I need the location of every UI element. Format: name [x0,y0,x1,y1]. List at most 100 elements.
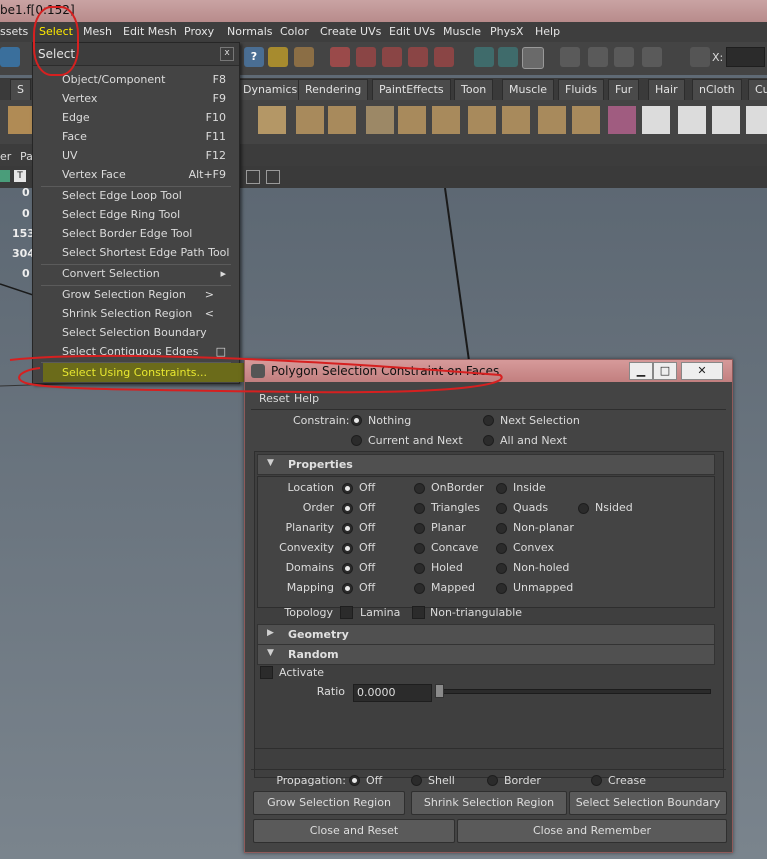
menu-edit-uvs[interactable]: Edit UVs [389,25,435,38]
split-icon[interactable] [432,106,460,134]
grid-icon[interactable] [0,47,20,67]
mapping-mapped-radio[interactable] [414,583,425,594]
tab-surfaces[interactable]: S [10,79,31,101]
order-quads-radio[interactable] [496,503,507,514]
menu-physx[interactable]: PhysX [490,25,523,38]
menu-create-uvs[interactable]: Create UVs [320,25,381,38]
order-triangles-radio[interactable] [414,503,425,514]
domains-holed-radio[interactable] [414,563,425,574]
tab-fur[interactable]: Fur [608,79,640,101]
menu-item-shrink-selection[interactable]: Shrink Selection Region < [62,304,234,323]
help-icon[interactable]: ? [244,47,264,67]
menu-item-shortest-edge-path[interactable]: Select Shortest Edge Path Tool [62,243,234,262]
tab-dynamics[interactable]: Dynamics [236,79,305,101]
properties-section-header[interactable]: ▼ Properties [257,454,715,475]
propagation-border-radio[interactable] [487,775,498,786]
insert-loop-icon[interactable] [468,106,496,134]
menu-item-uv[interactable]: UV F12 [62,146,234,165]
non-triangulable-checkbox[interactable] [412,606,425,619]
checker-uv2-icon[interactable] [678,106,706,134]
snap-curve-icon[interactable] [356,47,376,67]
planarity-planar-radio[interactable] [414,523,425,534]
select-highlight-icon[interactable] [294,47,314,67]
minimize-icon[interactable]: ▁ [629,362,653,380]
menu-edit-mesh[interactable]: Edit Mesh [123,25,177,38]
render-view-icon[interactable] [560,47,580,67]
menu-proxy[interactable]: Proxy [184,25,214,38]
domains-off-radio[interactable] [342,563,353,574]
order-off-radio[interactable] [342,503,353,514]
extrude-icon[interactable] [258,106,286,134]
shrink-selection-button[interactable]: Shrink Selection Region [411,791,567,815]
tab-rendering[interactable]: Rendering [298,79,369,101]
close-remember-button[interactable]: Close and Remember [457,819,727,843]
channel-icon[interactable] [0,170,10,182]
mapping-unmapped-radio[interactable] [496,583,507,594]
collapse-icon[interactable] [538,106,566,134]
share-icon[interactable] [266,170,280,184]
grow-selection-button[interactable]: Grow Selection Region [253,791,405,815]
ipr-render-icon[interactable] [614,47,634,67]
menu-item-border-edge[interactable]: Select Border Edge Tool [62,224,234,243]
close-icon[interactable]: ✕ [681,362,723,380]
wedge-icon[interactable] [398,106,426,134]
constrain-all-next-radio[interactable] [483,435,494,446]
construction-history-icon[interactable] [522,47,544,69]
x-field[interactable] [726,47,765,67]
tab-toon[interactable]: Toon [454,79,494,101]
ratio-slider-track[interactable] [435,689,711,694]
lock-icon[interactable] [268,47,288,67]
output-ops-icon[interactable] [498,47,518,67]
tab-ncloth[interactable]: nCloth [692,79,742,101]
input-ops-icon[interactable] [474,47,494,67]
magnet-icon[interactable] [434,47,454,67]
ratio-field[interactable]: 0.0000 [353,684,432,702]
menu-item-face[interactable]: Face F11 [62,127,234,146]
close-reset-button[interactable]: Close and Reset [253,819,455,843]
menu-mesh[interactable]: Mesh [83,25,112,38]
random-section-header[interactable]: ▼ Random [257,644,715,665]
render-settings-icon[interactable] [642,47,662,67]
order-nsided-radio[interactable] [578,503,589,514]
constrain-current-next-radio[interactable] [351,435,362,446]
snap-point-icon[interactable] [382,47,402,67]
frame-icon[interactable] [246,170,260,184]
menu-item-vertex-face[interactable]: Vertex Face Alt+F9 [62,165,234,184]
lamina-checkbox[interactable] [340,606,353,619]
transform-input-icon[interactable] [690,47,710,67]
tab-hair[interactable]: Hair [648,79,685,101]
menu-item-convert-selection[interactable]: Convert Selection ▸ [62,264,234,283]
merge-icon[interactable] [502,106,530,134]
snap-grid-icon[interactable] [330,47,350,67]
convexity-convex-radio[interactable] [496,543,507,554]
tab-painteffects[interactable]: PaintEffects [372,79,451,101]
poke-icon[interactable] [366,106,394,134]
menu-item-edge-loop[interactable]: Select Edge Loop Tool [62,186,234,205]
menu-muscle[interactable]: Muscle [443,25,481,38]
menu-assets[interactable]: ssets [0,25,28,38]
convexity-off-radio[interactable] [342,543,353,554]
geometry-section-header[interactable]: ▶ Geometry [257,624,715,645]
render-icon[interactable] [588,47,608,67]
planarity-nonplanar-radio[interactable] [496,523,507,534]
propagation-crease-radio[interactable] [591,775,602,786]
checker-uv4-icon[interactable] [746,106,767,134]
close-icon[interactable]: x [220,47,234,61]
checker-uv3-icon[interactable] [712,106,740,134]
constrain-nothing-radio[interactable] [351,415,362,426]
menu-normals[interactable]: Normals [227,25,273,38]
tab-custom[interactable]: Cu [748,79,767,101]
duplicate-face-icon[interactable] [572,106,600,134]
location-inside-radio[interactable] [496,483,507,494]
menu-item-grow-selection[interactable]: Grow Selection Region > [62,285,234,304]
activate-checkbox[interactable] [260,666,273,679]
checker-uv-icon[interactable] [642,106,670,134]
mapping-off-radio[interactable] [342,583,353,594]
bridge-icon[interactable] [296,106,324,134]
menu-item-edge[interactable]: Edge F10 [62,108,234,127]
sculpt-icon[interactable] [608,106,636,134]
tab-muscle[interactable]: Muscle [502,79,555,101]
maximize-icon[interactable]: □ [653,362,677,380]
menu-item-edge-ring[interactable]: Select Edge Ring Tool [62,205,234,224]
convexity-concave-radio[interactable] [414,543,425,554]
